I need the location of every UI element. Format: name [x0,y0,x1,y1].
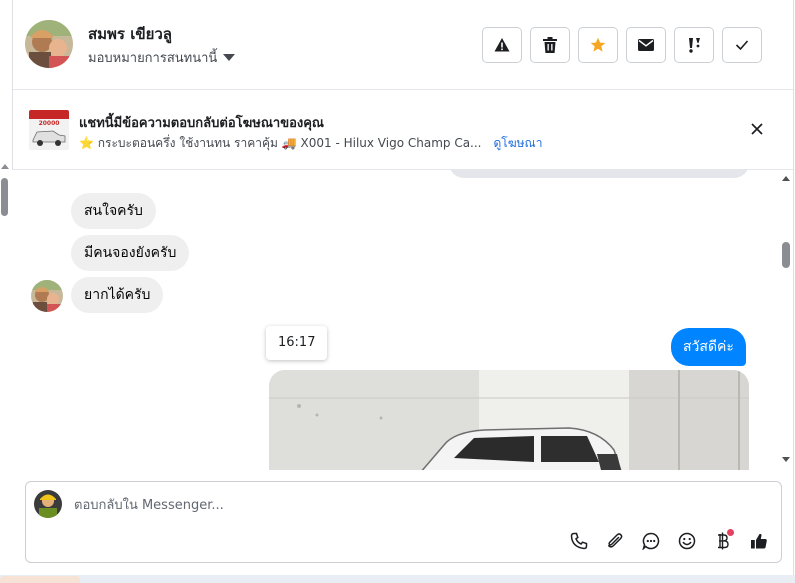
page-scrollbar-thumb[interactable] [1,178,8,216]
inbox-conversation-panel: สมพร เขียวลู มอบหมายการสนทนานี้ 20000 แช… [0,0,795,583]
mark-done-button[interactable] [722,27,762,63]
caret-down-icon [223,54,236,61]
saved-replies-button[interactable] [639,529,663,553]
window-bottom-strip [0,575,795,583]
close-banner-button[interactable] [745,117,769,141]
warning-icon [494,38,510,52]
thread-scrollbar[interactable] [779,170,793,468]
send-like-button[interactable] [747,529,771,553]
contact-avatar[interactable] [25,20,73,68]
saved-reply-icon [642,532,660,550]
mark-unread-button[interactable] [626,27,666,63]
report-spam-button[interactable] [482,27,522,63]
call-button[interactable] [567,529,591,553]
emoji-button[interactable] [675,529,699,553]
ad-banner-subtitle-row: ⭐ กระบะตอนครึ่ง ใช้งานทน ราคาคุ้ม 🚚 X001… [79,134,542,153]
conversation-header: สมพร เขียวลู มอบหมายการสนทนานี้ [13,0,793,90]
incoming-message[interactable]: สนใจครับ [71,193,156,229]
contact-name[interactable]: สมพร เขียวลู [88,22,172,46]
composer-tools [567,529,771,553]
incoming-message[interactable]: ยากได้ครับ [71,277,164,313]
delete-button[interactable] [530,27,570,63]
star-button[interactable] [578,27,618,63]
check-icon [735,40,749,51]
notification-dot [727,529,734,536]
star-icon [590,37,606,52]
ad-thumbnail[interactable]: 20000 [29,110,69,150]
panel-right-border [793,0,794,583]
scroll-up-arrow-icon[interactable] [1,164,9,169]
ad-reply-banner: 20000 แชทนี้มีข้อความตอบกลับต่อโฆษณาของค… [13,91,793,170]
attach-file-button[interactable] [603,529,627,553]
assign-label: มอบหมายการสนทนานี้ [88,51,218,66]
conversation-actions [482,27,762,63]
reply-composer [25,481,782,563]
bottom-tab[interactable] [0,576,80,583]
sent-photo-attachment[interactable] [269,370,749,470]
exclamation-icon [689,38,700,53]
view-ad-link[interactable]: ดูโฆษณา [494,134,543,153]
page-avatar [34,490,62,518]
outgoing-message[interactable]: สวัสดีค่ะ [671,328,746,366]
incoming-message[interactable]: มีคนจองยังครับ [71,235,190,271]
ad-banner-title: แชทนี้มีข้อความตอบกลับต่อโฆษณาของคุณ [79,116,324,131]
phone-icon [570,532,588,550]
envelope-icon [638,39,654,51]
ad-thumb-price: 20000 [39,120,60,127]
payment-request-button[interactable] [711,529,735,553]
emoji-icon [678,532,696,550]
page-scrollbar[interactable] [0,160,10,580]
paperclip-icon [608,533,623,548]
message-thread: สนใจครับ มีคนจองยังครับ ยากได้ครับ 16:17… [13,170,779,470]
close-icon [751,123,763,135]
thumbs-up-icon [751,533,767,549]
assign-conversation-dropdown[interactable]: มอบหมายการสนทนานี้ [88,47,236,68]
trash-icon [543,37,557,53]
sender-avatar [31,280,63,312]
follow-up-button[interactable] [674,27,714,63]
message-timestamp-tooltip: 16:17 [266,326,328,360]
previous-message-bubble [449,170,749,178]
reply-input[interactable] [74,494,674,516]
scroll-down-arrow-icon[interactable] [782,457,790,462]
scroll-up-arrow-icon[interactable] [782,176,790,181]
ad-banner-subtitle: ⭐ กระบะตอนครึ่ง ใช้งานทน ราคาคุ้ม 🚚 X001… [79,136,482,150]
thread-scrollbar-thumb[interactable] [782,242,790,268]
